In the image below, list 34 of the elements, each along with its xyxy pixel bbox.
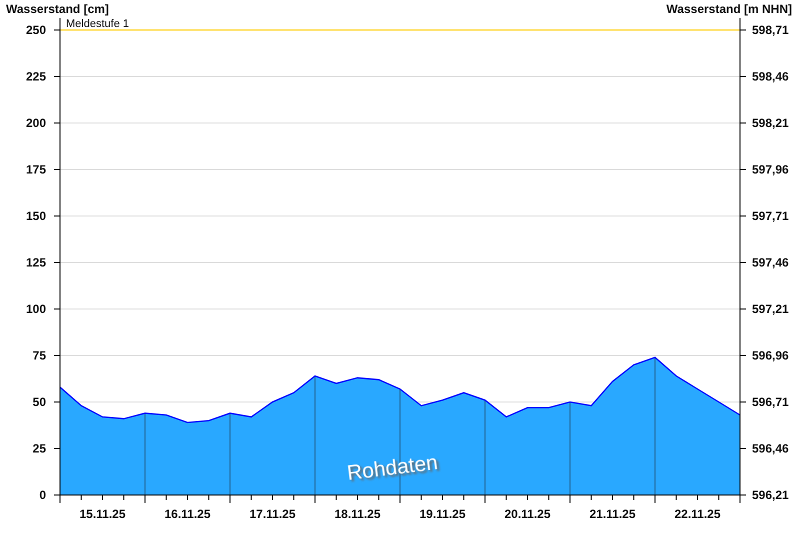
y-tick-label: 25 [32,442,46,456]
x-tick-label: 17.11.25 [249,507,296,521]
y2-tick-label: 596,21 [752,488,789,502]
series-name: Rohdaten [346,451,439,485]
x-tick-label: 20.11.25 [504,507,551,521]
y-tick-label: 150 [26,209,46,223]
y-tick-label: 100 [26,302,46,316]
right-axis-title: Wasserstand [m NHN] [666,2,792,16]
y2-tick-label: 598,46 [752,70,789,84]
y2-tick-label: 597,21 [752,302,789,316]
left-axis-title: Wasserstand [cm] [6,2,109,16]
y2-tick-label: 597,96 [752,162,789,176]
x-tick-label: 18.11.25 [334,507,381,521]
y2-tick-label: 598,71 [752,23,789,37]
y2-tick-label: 596,46 [752,442,789,456]
y-tick-label: 125 [26,256,46,270]
threshold-label: Meldestufe 1 [66,18,129,30]
y-tick-label: 0 [39,488,46,502]
x-tick-label: 22.11.25 [674,507,721,521]
y-tick-label: 250 [26,23,46,37]
x-tick-label: 19.11.25 [419,507,466,521]
y-tick-label: 175 [26,162,46,176]
y2-tick-label: 596,71 [752,395,789,409]
x-tick-label: 16.11.25 [164,507,211,521]
x-tick-label: 15.11.25 [79,507,126,521]
y2-tick-label: 597,46 [752,256,789,270]
y2-tick-label: 598,21 [752,116,789,130]
y-tick-label: 200 [26,116,46,130]
y-tick-label: 50 [32,395,46,409]
y-tick-label: 225 [26,70,46,84]
y2-tick-label: 596,96 [752,348,789,362]
x-tick-label: 21.11.25 [589,507,636,521]
y-tick-label: 75 [32,348,46,362]
y2-tick-label: 597,71 [752,209,789,223]
